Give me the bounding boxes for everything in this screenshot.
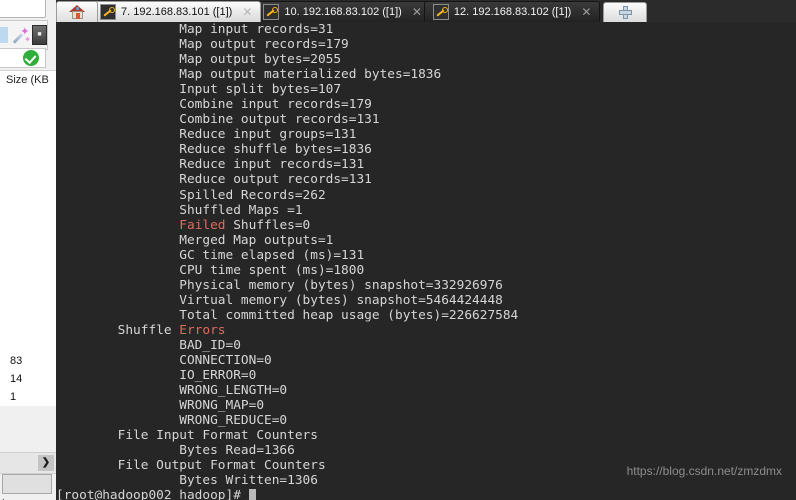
terminal-line: Reduce input records=131: [56, 157, 365, 173]
scroll-right-arrow-icon[interactable]: ❯: [38, 455, 54, 471]
app-window: ✦ ✦ ■ Size (KB 83 14 1 ❯ . 7. 192.168.83…: [0, 0, 796, 500]
sidebar-transfer-panel: [2, 474, 52, 494]
terminal-line: Bytes Read=1366: [56, 443, 295, 459]
terminal-cursor: [248, 489, 257, 500]
terminal-line: IO_ERROR=0: [56, 368, 257, 384]
terminal-line: CPU time spent (ms)=1800: [56, 262, 365, 278]
close-icon[interactable]: ✕: [242, 6, 252, 18]
terminal-line: GC time elapsed (ms)=131: [56, 247, 365, 263]
terminal-line: Shuffle Errors: [56, 322, 226, 338]
terminal-line: WRONG_MAP=0: [56, 398, 265, 414]
terminal-line: Reduce shuffle bytes=1836: [56, 142, 372, 158]
terminal-line: Physical memory (bytes) snapshot=3329269…: [56, 277, 503, 293]
key-icon: [263, 4, 280, 20]
terminal-line: Map output records=179: [56, 37, 349, 53]
sidebar-footer-marker: .: [2, 492, 5, 500]
sidebar-size-values: 83 14 1: [0, 352, 56, 406]
terminal-line: Merged Map outputs=1: [56, 232, 334, 248]
terminal-prompt-line[interactable]: [root@hadoop002 hadoop]#: [56, 488, 796, 500]
list-item[interactable]: 1: [0, 388, 56, 406]
terminal-line: Input split bytes=107: [56, 82, 342, 98]
close-icon[interactable]: ✕: [581, 6, 591, 18]
terminal-text-highlight: Errors: [179, 322, 226, 338]
terminal-line: File Input Format Counters: [56, 428, 318, 444]
sidebar-path-field[interactable]: [0, 0, 46, 18]
tab-session-2[interactable]: 10. 192.168.83.102 ([1]) ✕: [254, 1, 431, 22]
key-icon: [100, 4, 116, 20]
home-icon: [68, 4, 86, 20]
terminal-line: Spilled Records=262: [56, 187, 326, 203]
sidebar-file-list[interactable]: 83 14 1: [0, 90, 56, 406]
sidebar-toolbar: ✦ ✦ ■: [0, 20, 48, 50]
tab-home[interactable]: [56, 1, 98, 22]
terminal-line: WRONG_REDUCE=0: [56, 413, 288, 429]
terminal-line: Virtual memory (bytes) snapshot=54644244…: [56, 292, 503, 308]
list-item[interactable]: 14: [0, 370, 56, 388]
terminal-line: Map output bytes=2055: [56, 52, 342, 68]
file-transfer-sidebar: ✦ ✦ ■ Size (KB 83 14 1 ❯ .: [0, 0, 56, 500]
terminal-line: Shuffled Maps =1: [56, 202, 303, 218]
tab-bar: 7. 192.168.83.101 ([1]) ✕ 10. 192.168.83…: [56, 0, 796, 22]
tab-label: 7. 192.168.83.101 ([1]): [121, 6, 233, 18]
terminal-line: Failed Shuffles=0: [179, 217, 311, 233]
list-item[interactable]: 83: [0, 352, 56, 370]
plus-icon: [618, 6, 632, 19]
tab-session-1[interactable]: 7. 192.168.83.101 ([1]) ✕: [91, 1, 262, 22]
terminal-line: Total committed heap usage (bytes)=22662…: [56, 307, 519, 323]
magic-wand-sparkle-small: ✦: [24, 35, 31, 44]
close-icon[interactable]: ✕: [412, 6, 422, 18]
terminal-line: Reduce input groups=131: [56, 127, 357, 143]
terminal-line: BAD_ID=0: [56, 337, 241, 353]
tab-label: 10. 192.168.83.102 ([1]): [284, 6, 402, 18]
terminal-line: Reduce output records=131: [56, 172, 372, 188]
terminal-line: WRONG_LENGTH=0: [56, 383, 288, 399]
terminal-line: CONNECTION=0: [56, 353, 272, 369]
home-icon-window: [75, 6, 79, 10]
terminal-toggle-icon[interactable]: ■: [31, 25, 48, 45]
sidebar-horizontal-scrollbar[interactable]: ❯: [0, 452, 56, 474]
terminal-line: Map input records=31: [56, 22, 334, 37]
color-swatch-icon: [0, 27, 9, 43]
add-tab-button[interactable]: [603, 2, 648, 22]
terminal-line: Map output materialized bytes=1836: [56, 67, 442, 83]
success-check-icon: [23, 50, 39, 66]
terminal-line: Combine output records=131: [56, 112, 380, 128]
key-icon: [432, 4, 449, 20]
tab-session-3[interactable]: 12. 192.168.83.102 ([1]) ✕: [423, 1, 601, 22]
sidebar-status-row: [0, 48, 46, 68]
watermark-text: https://blog.csdn.net/zmzdmx: [626, 464, 782, 478]
terminal-pane[interactable]: Map input records=31 Map output records=…: [56, 22, 796, 500]
magic-wand-icon[interactable]: ✦ ✦: [10, 25, 31, 45]
terminal-output: Map input records=31 Map output records=…: [56, 22, 796, 500]
terminal-text-highlight: Failed: [179, 217, 226, 233]
terminal-line: Combine input records=179: [56, 97, 372, 113]
tab-label: 12. 192.168.83.102 ([1]): [453, 6, 572, 18]
home-icon-door: [75, 12, 80, 19]
sidebar-column-header-size[interactable]: Size (KB: [0, 70, 56, 90]
